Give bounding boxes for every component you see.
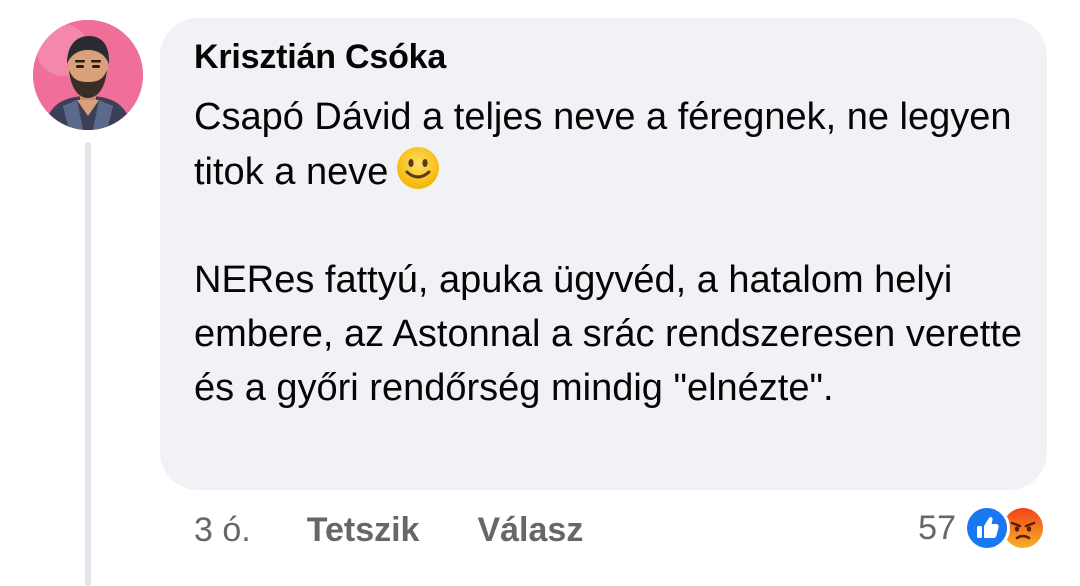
reaction-count: 57 [918, 508, 956, 547]
comment-paragraph-2: NERes fattyú, apuka ügyvéd, a hatalom he… [194, 259, 1023, 409]
avatar-illustration [33, 20, 143, 130]
comment-paragraph-text: Csapó Dávid a teljes neve a féregnek, ne… [194, 96, 1012, 193]
smiling-face-icon [394, 144, 442, 192]
comment-text: Csapó Dávid a teljes neve a féregnek, ne… [194, 90, 1034, 415]
comment-actions: 3 ó. Tetszik Válasz [194, 508, 641, 552]
comment-timestamp[interactable]: 3 ó. [194, 511, 251, 550]
reply-button[interactable]: Válasz [477, 511, 583, 550]
comment-paragraph-1: Csapó Dávid a teljes neve a féregnek, ne… [194, 90, 1034, 199]
reactions-summary[interactable]: 57 [918, 504, 1046, 552]
comment-thread: Krisztián Csóka Csapó Dávid a teljes nev… [0, 0, 1080, 586]
like-button[interactable]: Tetszik [307, 511, 420, 550]
thread-line [85, 142, 91, 586]
comment-author[interactable]: Krisztián Csóka [194, 38, 446, 77]
avatar[interactable] [33, 20, 143, 130]
like-icon [964, 505, 1010, 551]
